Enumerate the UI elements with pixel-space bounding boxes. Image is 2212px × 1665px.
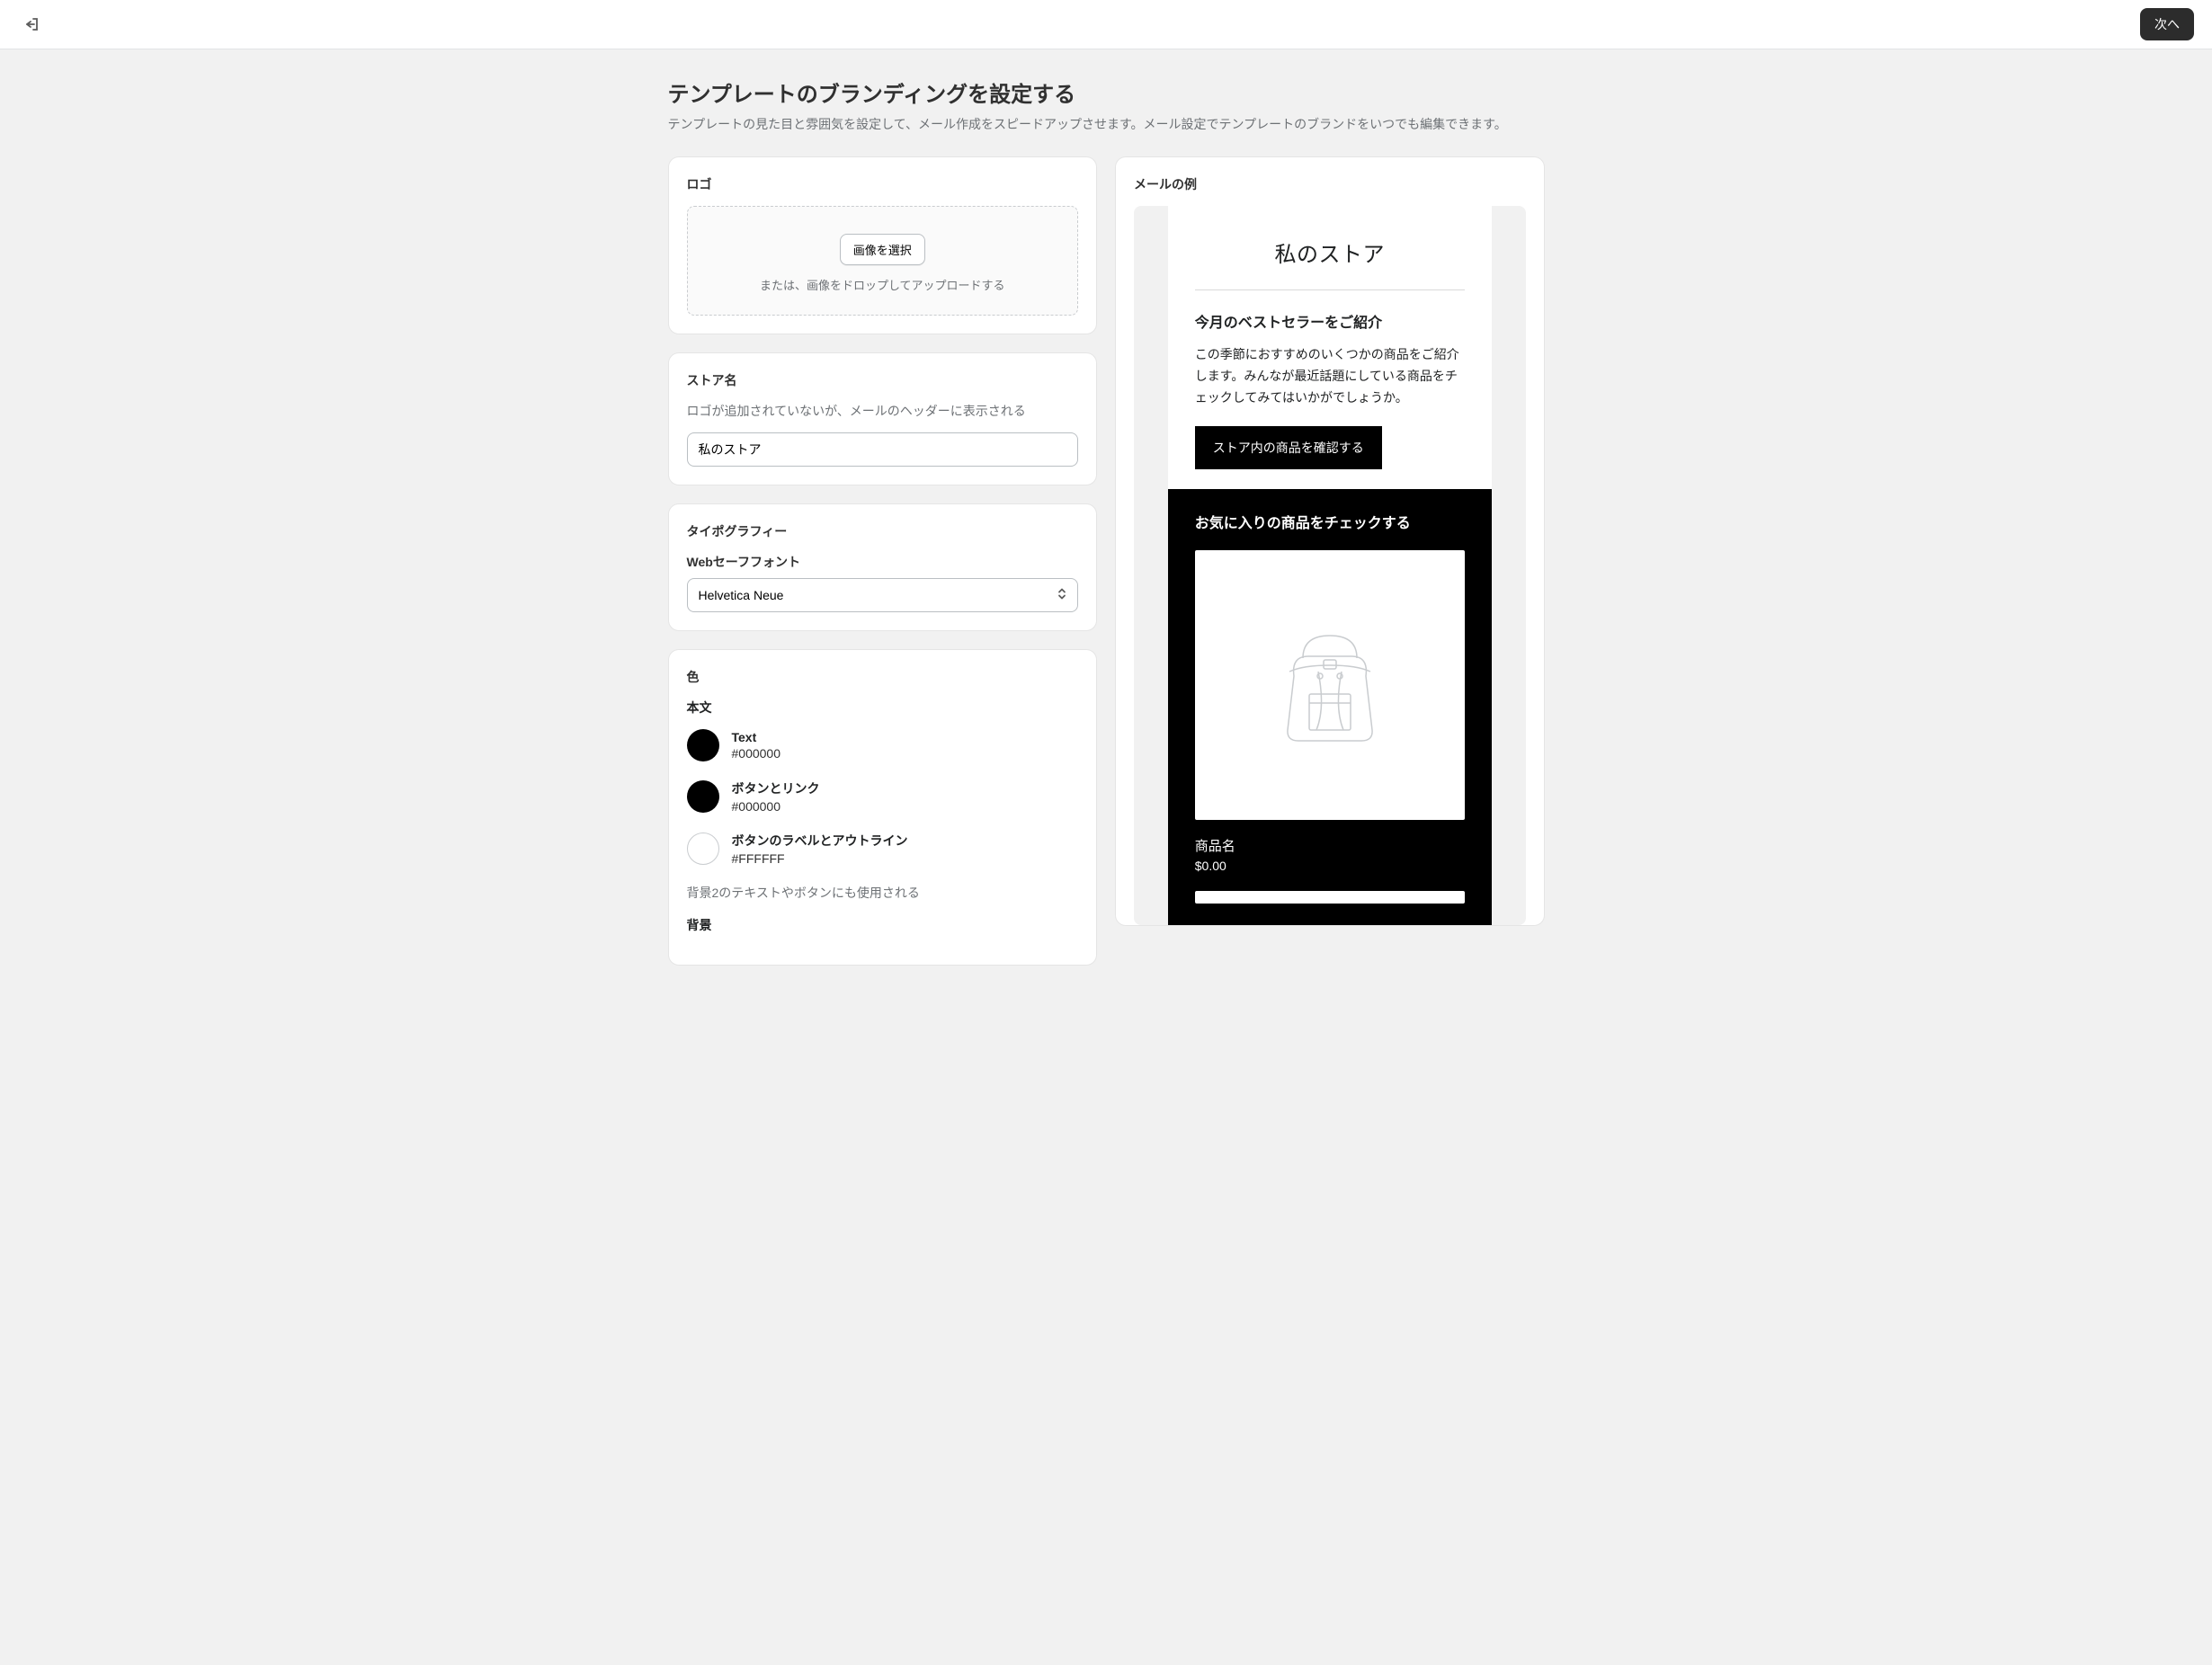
colors-title: 色 xyxy=(687,668,1079,686)
preview-title: メールの例 xyxy=(1134,175,1526,193)
color-name: ボタンとリンク xyxy=(732,779,820,797)
divider xyxy=(1195,289,1465,290)
preview-heading: 今月のベストセラーをご紹介 xyxy=(1195,310,1465,332)
color-hex: #FFFFFF xyxy=(732,851,908,866)
body-section-label: 本文 xyxy=(687,699,1079,717)
backpack-icon xyxy=(1271,622,1388,748)
colors-card: 色 本文 Text #000000 ボタンとリンク #000000 xyxy=(668,649,1098,966)
next-button[interactable]: 次へ xyxy=(2140,8,2194,40)
page-subtitle: テンプレートの見た目と雰囲気を設定して、メール作成をスピードアップさせます。メー… xyxy=(668,115,1545,134)
color-note: 背景2のテキストやボタンにも使用される xyxy=(687,884,1079,902)
color-buttons-links[interactable]: ボタンとリンク #000000 xyxy=(687,779,1079,814)
exit-button[interactable] xyxy=(18,11,45,38)
store-name-input[interactable] xyxy=(687,432,1079,467)
font-label: Webセーフフォント xyxy=(687,553,1079,571)
font-select[interactable]: Helvetica Neue xyxy=(687,578,1079,612)
select-image-button[interactable]: 画像を選択 xyxy=(840,234,925,265)
page-title: テンプレートのブランディングを設定する xyxy=(668,76,1545,108)
preview-fav-heading: お気に入りの商品をチェックする xyxy=(1195,511,1465,532)
preview-product-image-2 xyxy=(1195,891,1465,904)
color-button-label-outline[interactable]: ボタンのラベルとアウトライン #FFFFFF xyxy=(687,832,1079,866)
preview-store-name: 私のストア xyxy=(1195,231,1465,289)
color-name: ボタンのラベルとアウトライン xyxy=(732,832,908,850)
drop-hint: または、画像をドロップしてアップロードする xyxy=(706,276,1060,293)
color-text[interactable]: Text #000000 xyxy=(687,729,1079,761)
swatch-icon xyxy=(687,729,719,761)
swatch-icon xyxy=(687,832,719,865)
logo-dropzone[interactable]: 画像を選択 または、画像をドロップしてアップロードする xyxy=(687,206,1079,316)
logo-title: ロゴ xyxy=(687,175,1079,193)
preview-product-image xyxy=(1195,550,1465,820)
color-hex: #000000 xyxy=(732,799,820,814)
store-name-subtitle: ロゴが追加されていないが、メールのヘッダーに表示される xyxy=(687,402,1079,420)
logo-card: ロゴ 画像を選択 または、画像をドロップしてアップロードする xyxy=(668,156,1098,334)
background-section-label: 背景 xyxy=(687,916,1079,934)
preview-product-name: 商品名 xyxy=(1195,836,1465,855)
store-name-title: ストア名 xyxy=(687,371,1079,389)
swatch-icon xyxy=(687,780,719,813)
preview-paragraph: この季節におすすめのいくつかの商品をご紹介します。みんなが最近話題にしている商品… xyxy=(1195,344,1465,408)
color-hex: #000000 xyxy=(732,746,781,761)
typography-title: タイポグラフィー xyxy=(687,522,1079,540)
preview-card: メールの例 私のストア 今月のベストセラーをご紹介 この季節におすすめのいくつか… xyxy=(1115,156,1545,926)
preview-product-price: $0.00 xyxy=(1195,859,1465,873)
store-name-card: ストア名 ロゴが追加されていないが、メールのヘッダーに表示される xyxy=(668,352,1098,485)
exit-icon xyxy=(22,15,40,33)
color-name: Text xyxy=(732,730,781,744)
typography-card: タイポグラフィー Webセーフフォント Helvetica Neue xyxy=(668,503,1098,631)
preview-cta-button: ストア内の商品を確認する xyxy=(1195,426,1382,469)
